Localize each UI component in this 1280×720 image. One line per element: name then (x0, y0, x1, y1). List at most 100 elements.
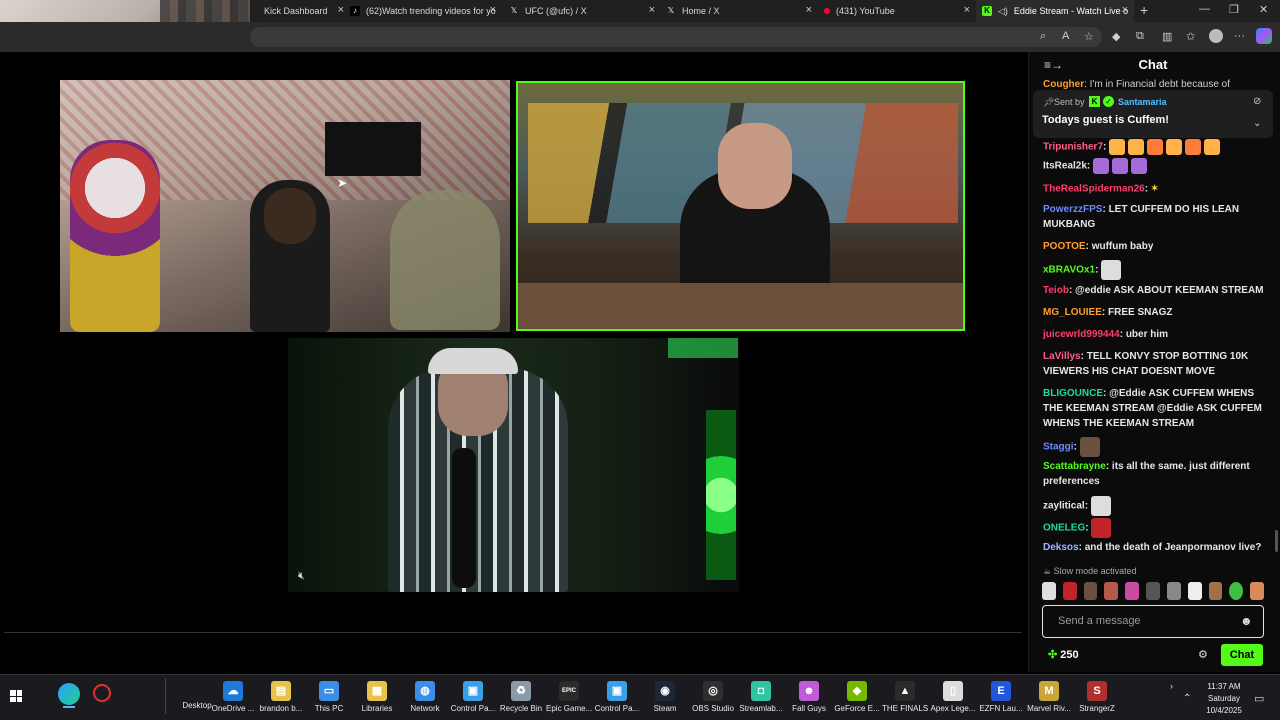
taskbar-app[interactable]: M Marvel Riv... (1026, 676, 1072, 718)
app-label: Steam (653, 704, 677, 713)
app-icon: ◉ (655, 681, 675, 701)
notifications-icon[interactable]: ▭ (1254, 692, 1264, 705)
chat-message[interactable]: Tripunisher7: (1043, 139, 1268, 155)
expand-pin-icon[interactable]: ⌄ (1253, 118, 1261, 129)
tray-overflow-icon[interactable]: › (1170, 681, 1173, 691)
tab-tiktok[interactable]: ♪ (62)Watch trending videos for yo × (344, 0, 502, 22)
close-icon[interactable]: × (649, 4, 655, 16)
zoom-icon[interactable]: ⌕ (1040, 30, 1046, 43)
taskbar-clock[interactable]: 11:37 AM Saturday 10/4/2025 (1200, 681, 1248, 717)
taskbar-app[interactable]: ◉ Steam (642, 676, 688, 718)
taskbar-app[interactable]: EPIC Epic Game... (546, 676, 592, 718)
emote-icon[interactable] (1104, 582, 1119, 600)
window-close-button[interactable]: ✕ (1259, 3, 1268, 16)
chat-message[interactable]: Deksos: and the death of Jeanpormanov li… (1043, 540, 1268, 555)
emote-icon[interactable] (1208, 582, 1223, 600)
emote-icon (1091, 518, 1112, 538)
emote-icon[interactable] (1187, 582, 1202, 600)
plush-decor (390, 190, 500, 330)
chat-message[interactable]: juicewrld999444: uber him (1043, 327, 1268, 342)
read-aloud-icon[interactable]: A (1062, 30, 1069, 42)
chat-message[interactable]: PowerzzFPS: LET CUFFEM DO HIS LEAN MUKBA… (1043, 202, 1268, 232)
taskbar-app[interactable]: E EZFN Lau... (978, 676, 1024, 718)
taskbar-app[interactable]: ▯ Apex Lege... (930, 676, 976, 718)
split-screen-icon[interactable]: ▥ (1162, 30, 1172, 43)
tab-ufc-x[interactable]: 𝕏 UFC (@ufc) / X × (503, 0, 661, 22)
emote-icon (1109, 139, 1126, 155)
chat-message[interactable]: xBRAVOx1: (1043, 260, 1268, 280)
pinned-message[interactable]: 📌︎ Sent by K ✓ Santamaria ⊘ Todays guest… (1033, 90, 1273, 138)
chat-message[interactable]: TheRealSpiderman26: ✶ (1043, 181, 1268, 197)
tab-eddie-stream[interactable]: K ◁) Eddie Stream - Watch Live o × (976, 0, 1134, 22)
chat-message[interactable]: BLIGOUNCE: @Eddie ASK CUFFEM WHENS THE K… (1043, 386, 1268, 431)
edge-browser-icon[interactable] (58, 683, 80, 705)
copilot-icon[interactable] (1256, 28, 1272, 44)
maximize-button[interactable]: ❐ (1229, 3, 1239, 16)
taskbar-app[interactable]: ▲ THE FINALS (882, 676, 928, 718)
chat-message[interactable]: zaylitical: (1043, 496, 1268, 516)
chat-message[interactable]: POOTOE: wuffum baby (1043, 239, 1268, 254)
taskbar-app[interactable]: ◆ GeForce E... (834, 676, 880, 718)
taskbar-app[interactable]: ▣ Control Pa... (594, 676, 640, 718)
chat-scrollbar[interactable] (1275, 530, 1278, 552)
new-tab-button[interactable]: + (1140, 2, 1148, 18)
close-icon[interactable]: × (964, 4, 970, 16)
chat-message[interactable]: ONELEG: (1043, 518, 1268, 538)
taskbar-app[interactable]: ▤ brandon b... (258, 676, 304, 718)
favorite-star-icon[interactable]: ☆ (1084, 30, 1094, 43)
taskbar-app[interactable]: ▦ Libraries (354, 676, 400, 718)
collapse-chat-icon[interactable]: ≡→ (1044, 58, 1063, 72)
favorites-icon[interactable]: ✩ (1186, 30, 1195, 43)
chat-message[interactable]: Scattabrayne: its all the same. just dif… (1043, 459, 1268, 489)
extensions-puzzle-icon[interactable]: ⧉ (1136, 30, 1144, 43)
emote-icon[interactable] (1166, 582, 1181, 600)
chat-message[interactable]: MG_LOUIEE: FREE SNAGZ (1043, 305, 1268, 320)
extension-icon[interactable]: ◆ (1112, 30, 1120, 43)
app-icon: S (1087, 681, 1107, 701)
show-hidden-icons-icon[interactable]: ⌃ (1183, 693, 1191, 704)
bau-emote-icon (1090, 496, 1111, 516)
start-button[interactable] (10, 690, 22, 702)
chat-message[interactable]: Staggi: (1043, 437, 1268, 457)
record-app-icon[interactable] (93, 684, 111, 702)
close-icon[interactable]: × (806, 4, 812, 16)
hide-pin-icon[interactable]: ⊘ (1253, 96, 1261, 107)
tab-youtube[interactable]: (431) YouTube × (818, 0, 976, 22)
chat-input[interactable]: Send a message ☻ (1042, 605, 1264, 638)
chat-message[interactable]: ItsReal2k: (1043, 158, 1268, 174)
taskbar-app[interactable]: ◎ OBS Studio (690, 676, 736, 718)
chat-settings-icon[interactable]: ⚙ (1198, 648, 1208, 661)
emote-icon[interactable] (1229, 582, 1244, 600)
emote-icon[interactable] (1250, 582, 1264, 600)
app-icon: ▣ (463, 681, 483, 701)
chat-message[interactable]: LaVillys: TELL KONVY STOP BOTTING 10K VI… (1043, 349, 1268, 379)
taskbar-app[interactable]: ▭ This PC (306, 676, 352, 718)
tab-label: Kick Dashboard (264, 6, 328, 16)
address-bar[interactable] (250, 27, 1102, 47)
emote-icon[interactable] (1062, 582, 1077, 600)
taskbar-app[interactable]: ☻ Fall Guys (786, 676, 832, 718)
close-icon[interactable]: × (1122, 4, 1128, 16)
taskbar-app[interactable]: S StrangerZ (1074, 676, 1120, 718)
profile-avatar[interactable] (1209, 29, 1223, 43)
taskbar-app[interactable]: ♻ Recycle Bin (498, 676, 544, 718)
emote-icon[interactable] (1083, 582, 1098, 600)
channel-points[interactable]: ✣ 250 (1048, 648, 1079, 661)
tab-home-x[interactable]: 𝕏 Home / X × (660, 0, 818, 22)
chat-message[interactable]: Teiob: @eddie ASK ABOUT KEEMAN STREAM (1043, 283, 1268, 298)
taskbar-app[interactable]: ◍ Network (402, 676, 448, 718)
close-icon[interactable]: × (490, 4, 496, 16)
emote-icon[interactable] (1146, 582, 1160, 600)
emote-icon[interactable] (1042, 582, 1056, 600)
speaker-icon[interactable]: ◁) (998, 6, 1008, 17)
more-menu-icon[interactable]: ··· (1234, 30, 1245, 42)
taskbar-app[interactable]: ▣ Control Pa... (450, 676, 496, 718)
minimize-button[interactable]: — (1199, 3, 1210, 15)
emote-icon[interactable] (1125, 582, 1140, 600)
tab-kick-dashboard[interactable]: Kick Dashboard × (250, 0, 350, 22)
taskbar-app[interactable]: ◘ Streamlab... (738, 676, 784, 718)
emoji-picker-icon[interactable]: ☻ (1240, 614, 1253, 628)
taskbar-app[interactable]: ☁ OneDrive ... (210, 676, 256, 718)
send-chat-button[interactable]: Chat (1221, 644, 1263, 666)
emote-icon (1147, 139, 1164, 155)
